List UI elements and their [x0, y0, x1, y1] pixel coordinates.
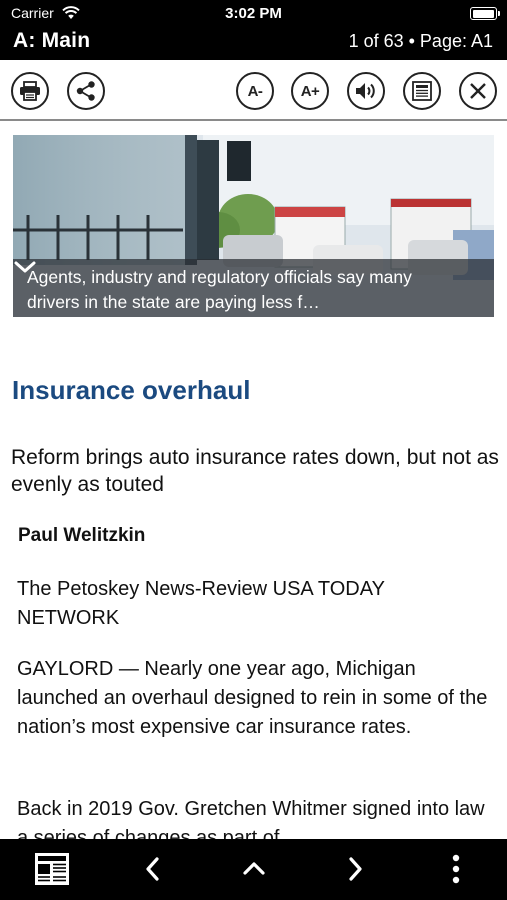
more-button[interactable] [444, 851, 468, 887]
font-decrease-button[interactable]: A- [236, 72, 274, 110]
next-button[interactable] [340, 851, 370, 887]
font-increase-label: A+ [300, 82, 320, 100]
caption-text: Agents, industry and regulatory official… [27, 267, 412, 312]
chevron-down-icon[interactable] [13, 259, 37, 275]
more-vertical-icon [452, 854, 460, 884]
previous-button[interactable] [138, 851, 168, 887]
status-time: 3:02 PM [225, 5, 282, 22]
article-paragraph: GAYLORD — Nearly one year ago, Michigan … [17, 658, 488, 738]
share-icon [76, 81, 95, 101]
speaker-icon [356, 83, 375, 99]
section-title: A: Main [13, 29, 91, 52]
print-button[interactable] [11, 72, 49, 110]
article-subhead: Reform brings auto insurance rates down,… [11, 446, 499, 496]
chevron-right-icon [349, 857, 362, 881]
font-decrease-label: A- [247, 82, 263, 100]
image-caption[interactable]: Agents, industry and regulatory official… [13, 259, 494, 317]
battery-icon [470, 7, 500, 20]
chevron-up-icon [243, 862, 265, 875]
up-button[interactable] [238, 851, 270, 887]
close-icon [470, 83, 486, 99]
status-bar: Carrier 3:02 PM [0, 0, 507, 27]
hero-image[interactable]: Agents, industry and regulatory official… [13, 135, 494, 317]
pages-button[interactable] [33, 851, 71, 887]
font-increase-button[interactable]: A+ [291, 72, 329, 110]
page-info: 1 of 63 • Page: A1 [348, 31, 493, 51]
article-source: The Petoskey News-Review USA TODAY NETWO… [17, 578, 385, 629]
battery-level [472, 9, 494, 18]
article-headline: Insurance overhaul [12, 375, 251, 405]
article-toolbar: A- A+ [0, 60, 507, 121]
text-view-button[interactable] [403, 72, 441, 110]
chevron-left-icon [146, 857, 159, 881]
top-bar: Carrier 3:02 PM A: Main 1 of 63 • Page: … [0, 0, 507, 60]
print-icon [20, 81, 40, 101]
article-byline: Paul Welitzkin [18, 525, 146, 546]
audio-button[interactable] [347, 72, 385, 110]
bottom-nav-bar [0, 839, 507, 900]
share-button[interactable] [67, 72, 105, 110]
close-button[interactable] [459, 72, 497, 110]
newspaper-pages-icon [35, 853, 69, 885]
article-text-icon [412, 81, 432, 101]
